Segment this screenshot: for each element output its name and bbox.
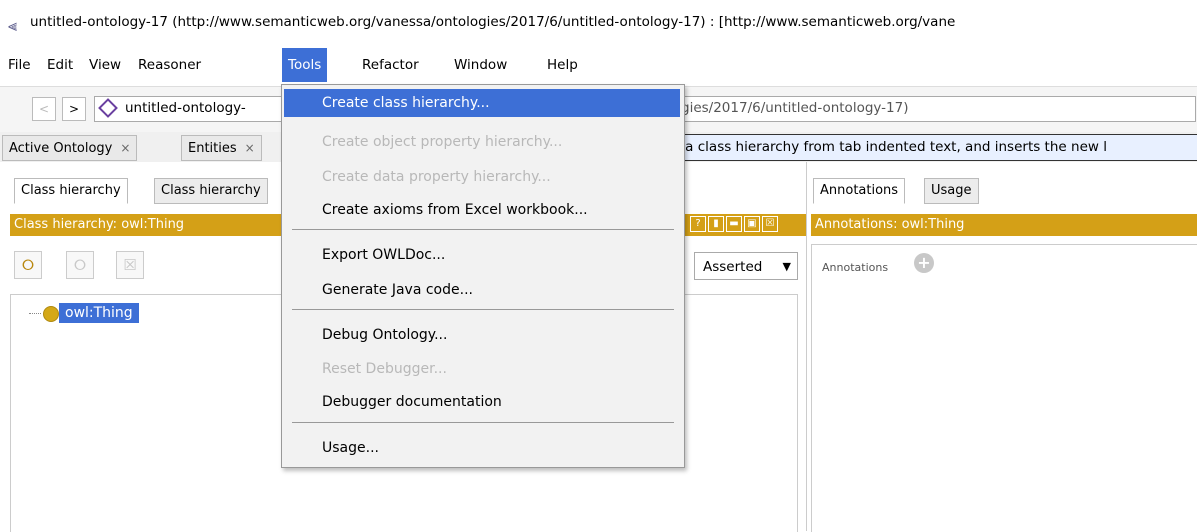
- subtab-class-hierarchy-inferred[interactable]: Class hierarchy: [154, 178, 268, 204]
- menu-bar: File Edit View Reasoner Tools Refactor W…: [0, 48, 1197, 82]
- class-icon: [43, 306, 59, 322]
- menu-item-usage[interactable]: Usage...: [284, 434, 680, 462]
- title-bar: ⫷ untitled-ontology-17 (http://www.seman…: [0, 0, 1197, 46]
- annotations-area: Annotations +: [811, 244, 1197, 532]
- ontology-iri: gies/2017/6/untitled-ontology-17): [681, 100, 909, 116]
- menu-item-create-axioms-from-excel[interactable]: Create axioms from Excel workbook...: [284, 196, 680, 224]
- menu-item-export-owldoc[interactable]: Export OWLDoc...: [284, 241, 680, 269]
- chevron-down-icon: ▼: [782, 260, 791, 273]
- pin-icon[interactable]: ▮: [708, 216, 724, 232]
- menu-separator: [292, 422, 674, 423]
- maximize-icon[interactable]: ▣: [744, 216, 760, 232]
- tab-label: Active Ontology: [9, 141, 113, 156]
- close-view-icon[interactable]: ☒: [762, 216, 778, 232]
- help-icon[interactable]: ?: [690, 216, 706, 232]
- menu-item-reset-debugger[interactable]: Reset Debugger...: [284, 355, 680, 383]
- annotations-header: Annotations: owl:Thing: [811, 214, 1197, 236]
- menu-item-create-class-hierarchy[interactable]: Create class hierarchy...: [284, 89, 680, 117]
- menu-separator: [292, 309, 674, 310]
- back-button[interactable]: <: [32, 97, 56, 121]
- menu-tools[interactable]: Tools: [282, 48, 328, 82]
- forward-button[interactable]: >: [62, 97, 86, 121]
- menu-help[interactable]: Help: [547, 48, 578, 82]
- subtab-annotations[interactable]: Annotations: [813, 178, 906, 204]
- menu-item-create-data-property-hierarchy[interactable]: Create data property hierarchy...: [284, 163, 680, 191]
- menu-window[interactable]: Window: [454, 48, 507, 82]
- close-icon[interactable]: ×: [120, 141, 130, 155]
- tree-node-owl-thing[interactable]: owl:Thing: [59, 303, 139, 323]
- delete-class-icon[interactable]: ☒: [116, 251, 144, 279]
- subtab-class-hierarchy[interactable]: Class hierarchy: [14, 178, 128, 204]
- menu-file[interactable]: File: [8, 48, 31, 82]
- menu-item-debug-ontology[interactable]: Debug Ontology...: [284, 321, 680, 349]
- close-icon[interactable]: ×: [245, 141, 255, 155]
- menu-reasoner[interactable]: Reasoner: [138, 48, 201, 82]
- menu-refactor[interactable]: Refactor: [362, 48, 419, 82]
- tab-active-ontology[interactable]: Active Ontology ×: [2, 135, 138, 161]
- annotations-panel: Annotations Usage Annotations: owl:Thing…: [806, 162, 1197, 532]
- menu-separator: [292, 229, 674, 230]
- tools-menu-dropdown: Create class hierarchy... Create object …: [281, 84, 685, 468]
- window-title: untitled-ontology-17 (http://www.semanti…: [30, 14, 956, 30]
- ontology-name: untitled-ontology-: [125, 100, 246, 116]
- annotations-label: Annotations: [822, 261, 889, 274]
- tab-entities[interactable]: Entities ×: [181, 135, 262, 161]
- menu-item-create-object-property-hierarchy[interactable]: Create object property hierarchy...: [284, 128, 680, 156]
- header-title: Class hierarchy: owl:Thing: [14, 217, 185, 232]
- subtab-usage[interactable]: Usage: [924, 178, 979, 204]
- menu-item-debugger-documentation[interactable]: Debugger documentation: [284, 388, 680, 416]
- tree-connector: [29, 313, 41, 314]
- menu-item-generate-java-code[interactable]: Generate Java code...: [284, 276, 680, 304]
- menu-view[interactable]: View: [89, 48, 121, 82]
- minimize-icon[interactable]: ▬: [726, 216, 742, 232]
- ontology-icon: [98, 98, 118, 118]
- menu-edit[interactable]: Edit: [47, 48, 73, 82]
- add-sibling-icon[interactable]: ⭘: [66, 251, 94, 279]
- tab-label: Entities: [188, 141, 237, 156]
- asserted-value: Asserted: [703, 259, 763, 275]
- tooltip: Creates a class hierarchy from tab inden…: [622, 134, 1197, 161]
- add-subclass-icon[interactable]: ⭘: [14, 251, 42, 279]
- protege-logo-icon: ⫷: [8, 16, 18, 35]
- asserted-dropdown[interactable]: Asserted ▼: [694, 252, 798, 280]
- add-annotation-icon[interactable]: +: [914, 253, 934, 273]
